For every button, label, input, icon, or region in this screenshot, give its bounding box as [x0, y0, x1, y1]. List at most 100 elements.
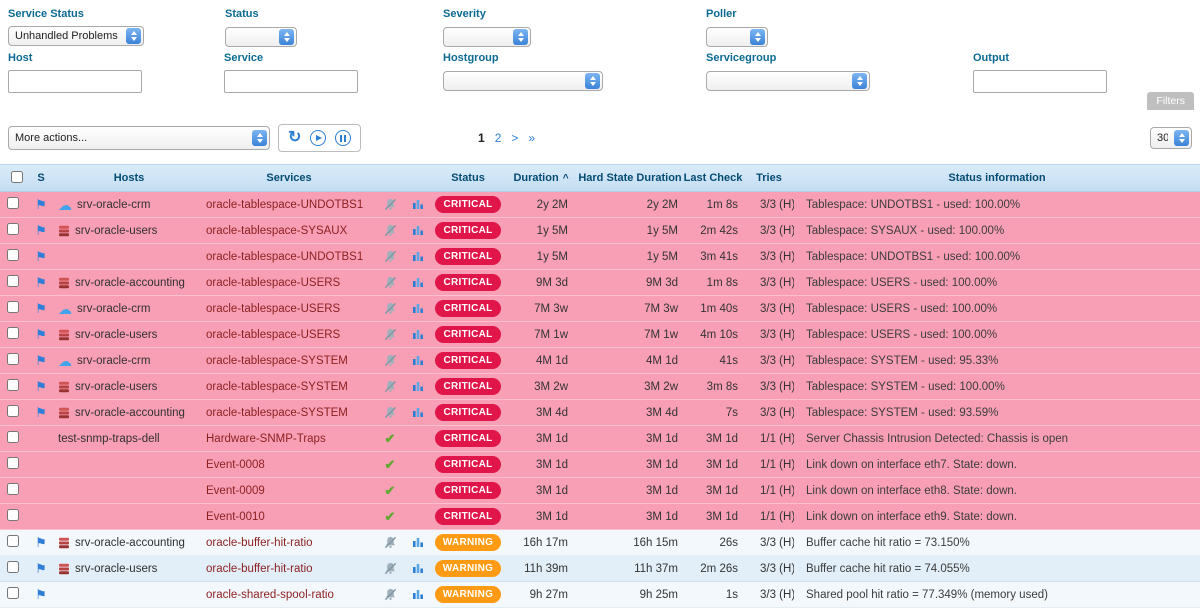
performance-graph-icon[interactable] — [412, 536, 424, 548]
row-checkbox[interactable] — [7, 431, 19, 443]
status-information: Tablespace: SYSTEM - used: 95.33% — [794, 355, 1200, 367]
duration-value: 3M 1d — [504, 511, 578, 523]
service-link[interactable]: Event-0009 — [206, 485, 265, 497]
header-last-check[interactable]: Last Check — [682, 172, 744, 184]
refresh-icon[interactable]: ↻ — [288, 130, 301, 146]
row-checkbox[interactable] — [7, 587, 19, 599]
host-link[interactable]: srv-oracle-accounting — [75, 277, 185, 289]
host-input[interactable] — [8, 70, 142, 93]
performance-graph-icon[interactable] — [412, 354, 424, 366]
service-link[interactable]: oracle-tablespace-UNDOTBS1 — [206, 199, 363, 211]
host-link[interactable]: srv-oracle-crm — [77, 199, 150, 211]
host-link[interactable]: test-snmp-traps-dell — [58, 433, 160, 445]
performance-graph-icon[interactable] — [412, 328, 424, 340]
service-status-select[interactable]: Unhandled Problems — [8, 26, 144, 46]
service-link[interactable]: oracle-tablespace-USERS — [206, 277, 340, 289]
performance-graph-icon[interactable] — [412, 276, 424, 288]
pause-icon[interactable] — [335, 130, 351, 146]
service-link[interactable]: oracle-buffer-hit-ratio — [206, 563, 313, 575]
cloud-icon: ☁ — [58, 302, 72, 316]
row-checkbox[interactable] — [7, 197, 19, 209]
pagination-last[interactable]: » — [528, 131, 535, 145]
row-checkbox[interactable] — [7, 457, 19, 469]
severity-select[interactable] — [443, 27, 531, 47]
row-checkbox[interactable] — [7, 379, 19, 391]
service-link[interactable]: oracle-tablespace-SYSTEM — [206, 355, 348, 367]
pagination-page-1[interactable]: 1 — [478, 131, 485, 145]
row-checkbox[interactable] — [7, 535, 19, 547]
hard-state-duration-value: 7M 3w — [578, 303, 682, 315]
row-checkbox[interactable] — [7, 275, 19, 287]
severity-label: Severity — [443, 8, 531, 20]
performance-graph-icon[interactable] — [412, 250, 424, 262]
row-checkbox[interactable] — [7, 327, 19, 339]
row-checkbox[interactable] — [7, 353, 19, 365]
output-input[interactable] — [973, 70, 1107, 93]
status-information: Tablespace: USERS - used: 100.00% — [794, 329, 1200, 341]
service-link[interactable]: oracle-tablespace-SYSTEM — [206, 407, 348, 419]
last-check-value: 3m 41s — [682, 251, 744, 263]
header-status-information[interactable]: Status information — [794, 172, 1200, 184]
host-link[interactable]: srv-oracle-users — [75, 563, 157, 575]
header-s[interactable]: S — [26, 172, 56, 184]
performance-graph-icon[interactable] — [412, 380, 424, 392]
service-link[interactable]: oracle-buffer-hit-ratio — [206, 537, 313, 549]
service-link[interactable]: oracle-shared-spool-ratio — [206, 589, 334, 601]
performance-graph-icon[interactable] — [412, 198, 424, 210]
service-link[interactable]: oracle-tablespace-USERS — [206, 329, 340, 341]
host-link[interactable]: srv-oracle-crm — [77, 303, 150, 315]
more-actions-select[interactable]: More actions... — [8, 126, 270, 150]
row-checkbox[interactable] — [7, 483, 19, 495]
service-input[interactable] — [224, 70, 358, 93]
hostgroup-select[interactable] — [443, 71, 603, 91]
header-tries[interactable]: Tries — [744, 172, 794, 184]
status-badge: CRITICAL — [435, 300, 500, 317]
header-duration[interactable]: Duration^ — [504, 172, 578, 184]
header-hard-state-duration[interactable]: Hard State Duration — [578, 172, 682, 184]
host-link[interactable]: srv-oracle-accounting — [75, 407, 185, 419]
notifications-muted-icon — [384, 276, 397, 289]
pagination-page-2[interactable]: 2 — [495, 131, 502, 145]
row-checkbox[interactable] — [7, 223, 19, 235]
performance-graph-icon[interactable] — [412, 406, 424, 418]
host-link[interactable]: srv-oracle-users — [75, 225, 157, 237]
status-select[interactable] — [225, 27, 297, 47]
host-link[interactable]: srv-oracle-users — [75, 381, 157, 393]
status-badge: WARNING — [435, 560, 501, 577]
status-information: Tablespace: SYSAUX - used: 100.00% — [794, 225, 1200, 237]
service-link[interactable]: Event-0008 — [206, 459, 265, 471]
service-link[interactable]: oracle-tablespace-USERS — [206, 303, 340, 315]
service-link[interactable]: oracle-tablespace-SYSAUX — [206, 225, 347, 237]
host-link[interactable]: srv-oracle-accounting — [75, 537, 185, 549]
row-checkbox[interactable] — [7, 249, 19, 261]
host-link[interactable]: srv-oracle-crm — [77, 355, 150, 367]
header-status[interactable]: Status — [432, 172, 504, 184]
hard-state-duration-value: 3M 1d — [578, 459, 682, 471]
servicegroup-select[interactable] — [706, 71, 870, 91]
row-checkbox[interactable] — [7, 509, 19, 521]
service-link[interactable]: Event-0010 — [206, 511, 265, 523]
performance-graph-icon[interactable] — [412, 588, 424, 600]
row-checkbox[interactable] — [7, 561, 19, 573]
row-checkbox[interactable] — [7, 405, 19, 417]
header-services[interactable]: Services — [202, 172, 376, 184]
row-checkbox[interactable] — [7, 301, 19, 313]
select-all-checkbox[interactable] — [11, 171, 23, 183]
service-link[interactable]: oracle-tablespace-SYSTEM — [206, 381, 348, 393]
host-link[interactable]: srv-oracle-users — [75, 329, 157, 341]
filters-button[interactable]: Filters — [1147, 92, 1194, 110]
performance-graph-icon[interactable] — [412, 224, 424, 236]
pagination-next[interactable]: > — [511, 131, 518, 145]
status-badge: CRITICAL — [435, 352, 500, 369]
flag-icon: ⚑ — [35, 379, 47, 394]
select-arrows-icon — [585, 73, 600, 89]
service-link[interactable]: Hardware-SNMP-Traps — [206, 433, 326, 445]
performance-graph-icon[interactable] — [412, 562, 424, 574]
service-monitoring-page: Service Status Unhandled Problems Status… — [0, 0, 1200, 608]
play-icon[interactable] — [310, 130, 326, 146]
page-size-select[interactable]: 30 — [1150, 127, 1192, 149]
performance-graph-icon[interactable] — [412, 302, 424, 314]
poller-select[interactable] — [706, 27, 768, 47]
service-link[interactable]: oracle-tablespace-UNDOTBS1 — [206, 251, 363, 263]
header-hosts[interactable]: Hosts — [56, 172, 202, 184]
